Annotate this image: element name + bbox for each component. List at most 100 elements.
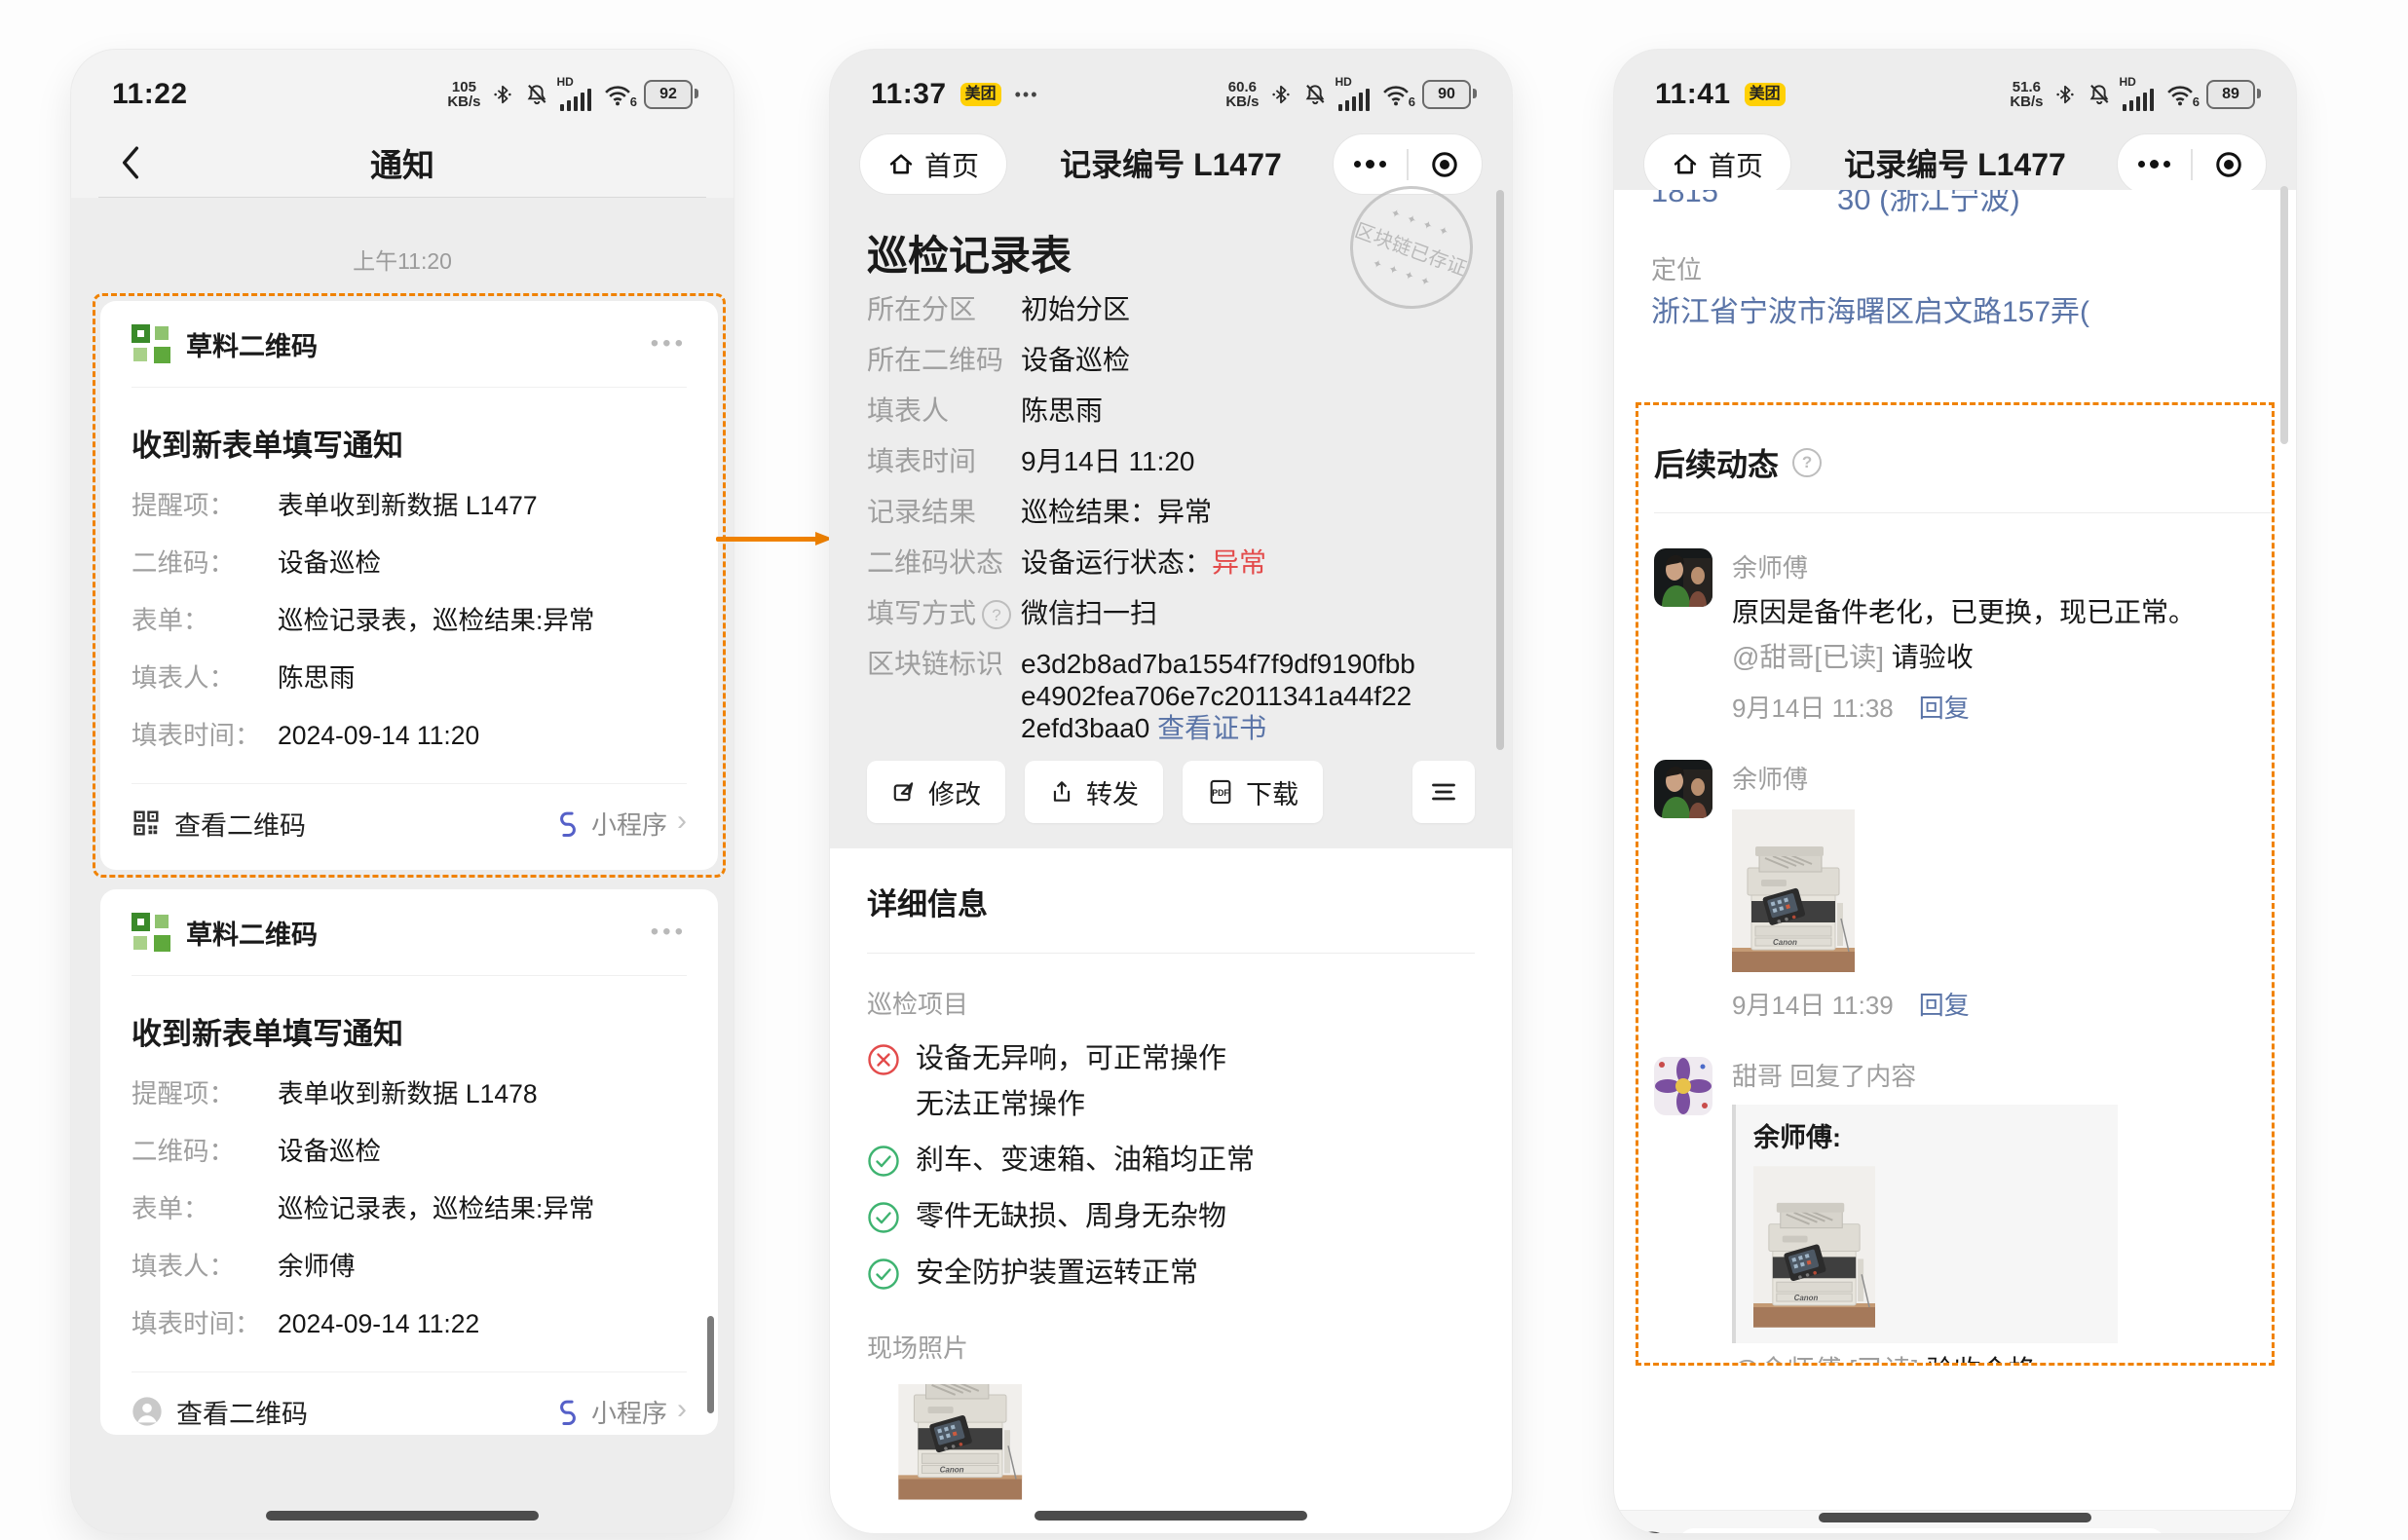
bluetooth-icon bbox=[2054, 82, 2076, 107]
check-item-answer: 无法正常操作 bbox=[916, 1081, 1475, 1122]
pass-icon bbox=[867, 1258, 900, 1291]
view-qr-link[interactable]: 查看二维码 bbox=[176, 1393, 308, 1431]
view-certificate-link[interactable]: 查看证书 bbox=[1157, 713, 1266, 743]
mention: @余师傅 [已读] bbox=[1732, 1355, 1919, 1366]
flow-arrow-icon bbox=[716, 532, 833, 545]
meituan-badge: 美团 bbox=[960, 83, 1001, 106]
home-button[interactable]: 首页 bbox=[1643, 133, 1791, 195]
caoliao-qr-logo-icon bbox=[132, 324, 170, 363]
phone-record-top: 11:37 美团 60.6KB/s HD 6 90 bbox=[830, 50, 1512, 1533]
signal-icon: HD bbox=[560, 78, 592, 111]
location-link[interactable]: 浙江省宁波市海曙区启文路157弄( bbox=[1651, 287, 2089, 330]
bluetooth-icon bbox=[492, 82, 513, 107]
miniprogram-link[interactable]: 小程序 › bbox=[554, 806, 687, 842]
record-fields: 所在分区初始分区 所在二维码设备巡检 填表人陈思雨 填表时间9月14日 11:2… bbox=[867, 293, 1424, 763]
quoted-content: 余师傅: bbox=[1732, 1105, 2118, 1343]
miniprogram-capsule bbox=[2117, 133, 2267, 195]
quoted-photo[interactable] bbox=[1753, 1166, 1875, 1328]
check-item: 刹车、变速箱、油箱均正常 bbox=[867, 1142, 1475, 1179]
mute-bell-icon bbox=[1302, 82, 1328, 107]
card-header: 草料二维码 bbox=[132, 889, 687, 976]
scrollbar[interactable] bbox=[2280, 186, 2288, 444]
fail-icon bbox=[867, 1043, 900, 1076]
status-abnormal: 异常 bbox=[1212, 547, 1266, 578]
comment-text: 原因是备件老化，已更换，现已正常。 bbox=[1732, 594, 2256, 630]
mute-bell-icon bbox=[524, 82, 549, 107]
filler-link[interactable]: 陈思雨 bbox=[1021, 394, 1424, 427]
commenter-name: 甜哥 回复了内容 bbox=[1732, 1057, 2256, 1093]
field-row: 二维码：设备巡检 bbox=[132, 1136, 687, 1168]
edit-button[interactable]: 修改 bbox=[867, 761, 1005, 823]
quoted-author: 余师傅: bbox=[1753, 1116, 2100, 1154]
avatar[interactable] bbox=[1654, 548, 1712, 607]
field-row: 填写方式?微信扫一扫 bbox=[867, 597, 1424, 629]
clock: 11:41 bbox=[1655, 78, 1731, 111]
field-row: 表单：巡检记录表，巡检结果:异常 bbox=[132, 1193, 687, 1225]
detail-title: 详细信息 bbox=[867, 848, 1475, 923]
mute-bell-icon bbox=[2087, 82, 2112, 107]
clipped-row: 1815 30 (浙江宁波) bbox=[1614, 190, 2296, 219]
mention-at-icon[interactable]: @ bbox=[2179, 1532, 2220, 1533]
comment-photo[interactable] bbox=[1732, 809, 1855, 972]
reply-link[interactable]: 回复 bbox=[1919, 689, 1970, 725]
question-icon[interactable]: ? bbox=[1792, 448, 1822, 477]
scrollbar[interactable] bbox=[707, 1316, 714, 1413]
more-icon[interactable] bbox=[1334, 134, 1407, 194]
menu-button[interactable] bbox=[1412, 761, 1475, 823]
battery-icon: 89 bbox=[2206, 80, 2255, 109]
field-row: 二维码状态设备运行状态：异常 bbox=[867, 546, 1424, 579]
battery-icon: 90 bbox=[1422, 80, 1471, 109]
divider bbox=[1654, 512, 2272, 513]
field-row: 填表时间：2024-09-14 11:20 bbox=[132, 720, 687, 752]
message-time-label: 上午11:20 bbox=[71, 243, 734, 276]
more-icon[interactable] bbox=[2118, 134, 2191, 194]
page-title: 通知 bbox=[370, 139, 434, 186]
view-qr-link[interactable]: 查看二维码 bbox=[174, 805, 306, 843]
network-speed: 105KB/s bbox=[447, 80, 480, 109]
notification-card[interactable]: 草料二维码 收到新表单填写通知 提醒项：表单收到新数据 L1478 二维码：设备… bbox=[100, 889, 718, 1435]
network-speed: 51.6KB/s bbox=[2010, 80, 2043, 109]
person-icon bbox=[132, 1396, 163, 1427]
caoliao-qr-logo-icon bbox=[132, 913, 170, 952]
home-indicator bbox=[1035, 1511, 1307, 1521]
clipped-region-fragment: 30 (浙江宁波) bbox=[1837, 190, 2020, 218]
more-icon[interactable] bbox=[651, 330, 687, 357]
notification-dots-icon bbox=[1015, 85, 1039, 105]
phone-record-followup: 11:41 美团 51.6KB/s HD 6 89 首页 bbox=[1614, 50, 2296, 1533]
check-item: 设备无异响，可正常操作 bbox=[867, 1040, 1475, 1077]
close-target-icon[interactable] bbox=[2193, 134, 2266, 194]
field-row: 记录结果巡检结果：异常 bbox=[867, 496, 1424, 528]
scrollbar[interactable] bbox=[1496, 190, 1504, 750]
download-button[interactable]: PDF 下载 bbox=[1183, 761, 1323, 823]
notification-card[interactable]: 草料二维码 收到新表单填写通知 提醒项：表单收到新数据 L1477 二维码：设备… bbox=[100, 301, 718, 870]
home-icon bbox=[1672, 151, 1699, 178]
field-row: 填表时间9月14日 11:20 bbox=[867, 445, 1424, 477]
add-icon[interactable] bbox=[2234, 1532, 2275, 1533]
pdf-icon: PDF bbox=[1207, 778, 1234, 806]
forward-button[interactable]: 转发 bbox=[1025, 761, 1163, 823]
miniprogram-link[interactable]: 小程序 › bbox=[554, 1394, 687, 1430]
close-target-icon[interactable] bbox=[1409, 134, 1482, 194]
voice-input-icon[interactable] bbox=[1630, 1530, 1674, 1533]
field-row: 区块链标识e3d2b8ad7ba1554f7f9df9190fbbe4902fe… bbox=[867, 648, 1424, 744]
home-button[interactable]: 首页 bbox=[859, 133, 1007, 195]
home-indicator bbox=[266, 1511, 539, 1521]
hamburger-icon bbox=[1430, 780, 1457, 804]
avatar[interactable] bbox=[1654, 760, 1712, 818]
reply-link[interactable]: 回复 bbox=[1919, 986, 1970, 1022]
group-label: 巡检项目 bbox=[867, 985, 1475, 1021]
field-row: 填表时间：2024-09-14 11:22 bbox=[132, 1308, 687, 1340]
question-icon[interactable]: ? bbox=[982, 600, 1011, 629]
page-title: 记录编号 L1477 bbox=[1780, 133, 2130, 196]
comment-input[interactable] bbox=[1678, 1528, 2165, 1533]
site-photo[interactable] bbox=[867, 1384, 1060, 1533]
back-icon[interactable] bbox=[120, 145, 141, 180]
qr-link[interactable]: 设备巡检 bbox=[1021, 344, 1424, 376]
battery-icon: 92 bbox=[644, 80, 693, 109]
field-row: 所在分区初始分区 bbox=[867, 293, 1424, 325]
home-icon bbox=[887, 151, 915, 178]
more-icon[interactable] bbox=[651, 919, 687, 946]
bluetooth-icon bbox=[1270, 82, 1292, 107]
app-name: 草料二维码 bbox=[186, 914, 318, 952]
avatar[interactable] bbox=[1654, 1057, 1712, 1115]
